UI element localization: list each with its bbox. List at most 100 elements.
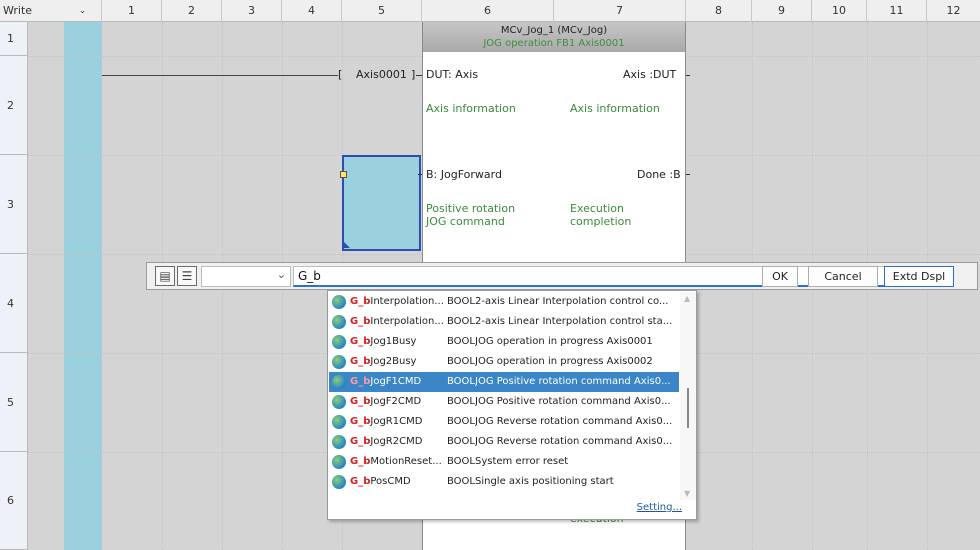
column-header-11: 11 [867, 0, 927, 22]
row-number-6[interactable]: 6 [0, 452, 28, 550]
autocomplete-item-name: G_bInterpolation... [350, 312, 445, 332]
row-number-5[interactable]: 5 [0, 353, 28, 452]
fb-input-pin [418, 75, 422, 76]
fb-input-jogforward-comment-line1: Positive rotation [426, 202, 516, 215]
autocomplete-item-name-rest: PosCMD [370, 476, 411, 487]
autocomplete-item-name: G_bPosCMD [350, 472, 445, 492]
autocomplete-item[interactable]: G_bInterpolation... BOOL 2-axis Linear Int… [329, 312, 679, 332]
autocomplete-item[interactable]: G_bJogR2CMD BOOL JOG Reverse rotation comm… [329, 432, 679, 452]
autocomplete-item-type: BOOL [447, 436, 475, 447]
match-highlight: G_b [350, 476, 371, 487]
autocomplete-item-name: G_bMotionReset... [350, 452, 445, 472]
selected-cell[interactable] [342, 155, 421, 251]
autocomplete-item-name: G_bJogF2CMD [350, 392, 445, 412]
autocomplete-item-name: G_bJogR1CMD [350, 412, 445, 432]
autocomplete-item-name-rest: JogR1CMD [370, 416, 423, 427]
left-power-rail [64, 22, 102, 550]
column-header-row: Write ⌄ 1 2 3 4 5 6 7 8 9 10 11 12 [0, 0, 980, 22]
selection-handle[interactable] [340, 171, 347, 178]
autocomplete-item-name-rest: Interpolation... [370, 296, 444, 307]
device-bracket-left[interactable]: [ [338, 68, 342, 81]
fb-output-pin [686, 75, 690, 76]
autocomplete-item-type: BOOL [447, 376, 475, 387]
autocomplete-item[interactable]: G_bPosCMD BOOL Single axis positioning sta… [329, 472, 679, 492]
fb-output-axis: Axis :DUT [623, 68, 677, 81]
extended-display-button[interactable]: Extd Dspl [884, 266, 954, 287]
autocomplete-item[interactable]: G_bMotionReset... BOOL System error reset [329, 452, 679, 472]
autocomplete-item-type: BOOL [447, 416, 475, 427]
autocomplete-item-name-rest: MotionReset... [370, 456, 442, 467]
fb-output-pin [686, 174, 690, 175]
autocomplete-item-description: JOG operation in progress Axis0001 [475, 336, 653, 347]
column-header-2: 2 [162, 0, 222, 22]
global-label-icon [332, 375, 346, 389]
global-label-icon [332, 335, 346, 349]
autocomplete-item-name: G_bJogF1CMD [350, 372, 445, 392]
fb-input-axis: DUT: Axis [426, 68, 479, 81]
autocomplete-item-name-rest: JogR2CMD [370, 436, 423, 447]
global-label-icon [332, 395, 346, 409]
device-input-bar: ▤ ☰ ⌄ G_b OK Cancel Extd Dspl [146, 262, 978, 290]
device-list-icon[interactable]: ▤ [155, 266, 175, 286]
autocomplete-item-description: JOG Positive rotation command Axis0... [475, 376, 671, 387]
match-highlight: G_b [350, 376, 371, 387]
left-gutter [28, 22, 64, 550]
autocomplete-item-type: BOOL [447, 356, 475, 367]
row-number-4[interactable]: 4 [0, 254, 28, 353]
column-header-3: 3 [222, 0, 282, 22]
autocomplete-item[interactable]: G_bJogR1CMD BOOL JOG Reverse rotation comm… [329, 412, 679, 432]
autocomplete-item-description: JOG Reverse rotation command Axis0... [475, 436, 673, 447]
autocomplete-item[interactable]: G_bJog2Busy BOOL JOG operation in progress… [329, 352, 679, 372]
match-highlight: G_b [350, 316, 371, 327]
autocomplete-item-name-rest: Jog1Busy [370, 336, 417, 347]
scroll-up-icon[interactable]: ▲ [684, 294, 690, 303]
chevron-down-icon[interactable]: ⌄ [64, 0, 102, 22]
fb-input-pin [418, 174, 422, 175]
column-header-7: 7 [554, 0, 686, 22]
instruction-combo[interactable]: ⌄ [201, 266, 291, 287]
autocomplete-item-name-rest: Interpolation... [370, 316, 444, 327]
fb-output-done: Done :B [637, 168, 681, 181]
autocomplete-item-description: 2-axis Linear Interpolation control sta.… [475, 316, 673, 327]
autocomplete-item[interactable]: G_bJogF2CMD BOOL JOG Positive rotation com… [329, 392, 679, 412]
row-number-2[interactable]: 2 [0, 56, 28, 155]
row-number-1[interactable]: 1 [0, 22, 28, 56]
fb-comment: JOG operation FB1 Axis0001 [483, 38, 625, 49]
autocomplete-item-type: BOOL [447, 396, 475, 407]
column-header-12: 12 [946, 4, 961, 17]
device-bracket-right[interactable]: ] [411, 68, 415, 81]
autocomplete-item-type: BOOL [447, 296, 475, 307]
ok-button[interactable]: OK [762, 266, 798, 287]
autocomplete-item-description: JOG Positive rotation command Axis0... [475, 396, 671, 407]
fb-input-axis-comment: Axis information [426, 102, 516, 115]
cancel-button[interactable]: Cancel [808, 266, 878, 287]
scrollbar[interactable]: ▲ ▼ [680, 292, 696, 500]
scrollbar-thumb[interactable] [687, 388, 689, 428]
device-label[interactable]: Axis0001 [356, 68, 407, 81]
autocomplete-item[interactable]: G_bJog1Busy BOOL JOG operation in progress… [329, 332, 679, 352]
column-header-10: 10 [812, 0, 867, 22]
setting-link[interactable]: Setting... [637, 502, 682, 513]
autocomplete-item-type: BOOL [447, 336, 475, 347]
chevron-down-icon[interactable]: ⌄ [277, 268, 286, 281]
global-label-icon [332, 475, 346, 489]
autocomplete-item-name: G_bJog2Busy [350, 352, 445, 372]
autocomplete-item[interactable]: G_bInterpolation... BOOL 2-axis Linear Int… [329, 292, 679, 312]
autocomplete-item-description: Single axis positioning start [475, 476, 614, 487]
row-number-3[interactable]: 3 [0, 155, 28, 254]
function-block-header: MCv_Jog_1 (MCv_Jog) JOG operation FB1 Ax… [423, 22, 685, 52]
autocomplete-item-name-rest: JogF1CMD [370, 376, 422, 387]
autocomplete-item[interactable]: G_bJogF1CMD BOOL JOG Positive rotation com… [329, 372, 679, 392]
fb-output-done-comment-line1: Execution [570, 202, 624, 215]
match-highlight: G_b [350, 456, 371, 467]
autocomplete-item-description: JOG operation in progress Axis0002 [475, 356, 653, 367]
column-header-4: 4 [282, 0, 342, 22]
column-header-6: 6 [422, 0, 554, 22]
fb-output-done-comment-line2: completion [570, 215, 632, 228]
comment-icon[interactable]: ☰ [177, 266, 197, 286]
autocomplete-item-type: BOOL [447, 456, 475, 467]
autocomplete-item-name-rest: Jog2Busy [370, 356, 417, 367]
autocomplete-item-description: System error reset [475, 456, 569, 467]
scroll-down-icon[interactable]: ▼ [684, 489, 690, 498]
autocomplete-list[interactable]: G_bInterpolation... BOOL 2-axis Linear Int… [327, 290, 697, 520]
